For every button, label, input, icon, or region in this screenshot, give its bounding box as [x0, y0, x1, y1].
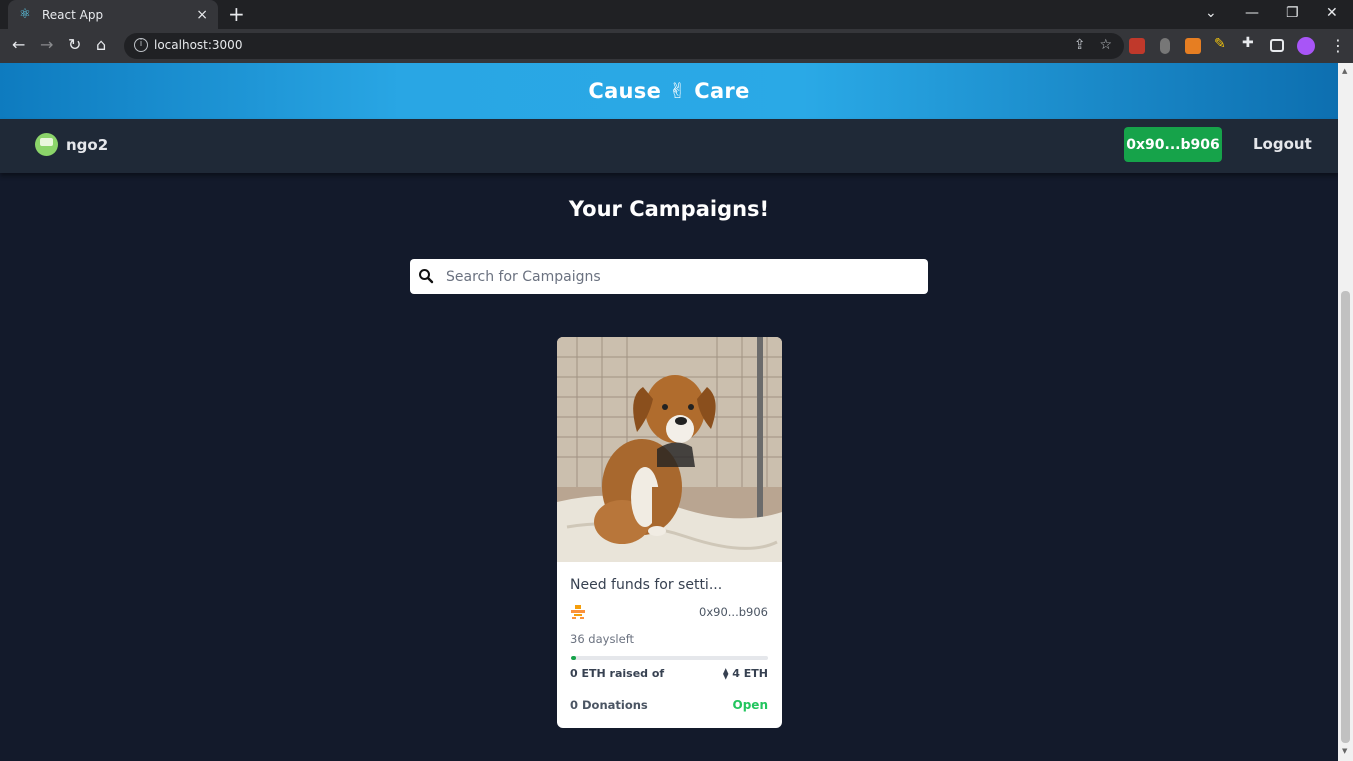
brand-title: Cause ✌ Care	[588, 79, 750, 103]
app-header-banner: Cause ✌ Care	[0, 63, 1338, 119]
puzzle-extensions-icon[interactable]: ✚	[1242, 35, 1258, 51]
share-icon[interactable]: ⇪	[1074, 37, 1086, 53]
owner-identicon-icon	[571, 605, 585, 619]
back-icon[interactable]: ←	[12, 36, 25, 54]
pencil-extension-icon[interactable]: ✎	[1214, 36, 1230, 52]
scrollbar-thumb[interactable]	[1341, 291, 1350, 743]
page-title: Your Campaigns!	[568, 197, 770, 221]
search-bar	[410, 259, 928, 294]
wallet-address-button[interactable]: 0x90...b906	[1124, 127, 1222, 162]
close-window-icon[interactable]: ✕	[1326, 5, 1338, 21]
site-info-icon[interactable]: i	[134, 38, 148, 52]
raised-amount: 0 ETH raised of	[570, 667, 665, 680]
target-amount: ⧫ 4 ETH	[723, 667, 768, 680]
profile-avatar-icon[interactable]	[1297, 37, 1315, 55]
metamask-fox-icon[interactable]	[1185, 38, 1201, 54]
avatar	[35, 133, 58, 156]
funding-progress-bar	[571, 656, 768, 660]
tab-title: React App	[42, 7, 104, 22]
forward-icon[interactable]: →	[40, 36, 53, 54]
user-profile[interactable]: ngo2	[35, 133, 108, 156]
tab-close-icon[interactable]: ×	[196, 7, 208, 23]
donations-count: 0 Donations	[570, 698, 648, 712]
browser-tab-strip: ⚛ React App × + ⌄ — ❐ ✕	[0, 0, 1353, 29]
search-input[interactable]	[446, 259, 916, 294]
address-bar[interactable]: i localhost:3000 ⇪ ☆	[124, 33, 1124, 59]
campaign-title: Need funds for setti...	[570, 577, 723, 593]
owner-address: 0x90...b906	[699, 605, 768, 619]
page-viewport: Cause ✌ Care ngo2 0x90...b906 Logout You…	[0, 63, 1338, 761]
side-panel-icon[interactable]	[1270, 39, 1284, 52]
react-favicon-icon: ⚛	[19, 6, 31, 22]
bookmark-star-icon[interactable]: ☆	[1099, 37, 1112, 53]
days-left: 36 daysleft	[570, 632, 635, 646]
extension-icon[interactable]	[1129, 38, 1145, 54]
browser-tab[interactable]: ⚛ React App ×	[8, 0, 218, 29]
home-icon[interactable]: ⌂	[96, 36, 106, 54]
app-navbar: ngo2 0x90...b906 Logout	[0, 119, 1338, 173]
campaign-card[interactable]: Need funds for setti... 0x90...b906 36 d…	[557, 337, 782, 728]
kebab-menu-icon[interactable]: ⋮	[1330, 37, 1346, 55]
browser-toolbar: ← → ↻ ⌂ i localhost:3000 ⇪ ☆ ✎ ✚ ⋮	[0, 29, 1353, 63]
funding-progress-fill	[571, 656, 576, 660]
scroll-up-arrow-icon[interactable]: ▲	[1342, 67, 1347, 75]
new-tab-icon[interactable]: +	[228, 4, 245, 24]
restore-icon[interactable]: ❐	[1286, 5, 1299, 21]
username: ngo2	[66, 135, 109, 154]
status-badge: Open	[732, 698, 768, 712]
reload-icon[interactable]: ↻	[68, 36, 81, 54]
page-scrollbar[interactable]: ▲ ▼	[1338, 63, 1353, 761]
address-url[interactable]: localhost:3000	[154, 38, 242, 52]
minimize-icon[interactable]: —	[1245, 5, 1259, 21]
logout-button[interactable]: Logout	[1253, 135, 1312, 153]
tab-search-chevron-icon[interactable]: ⌄	[1205, 5, 1217, 21]
search-icon	[419, 269, 434, 284]
scroll-down-arrow-icon[interactable]: ▼	[1342, 747, 1347, 755]
extension-icon[interactable]	[1160, 38, 1170, 54]
address-bar-actions: ⇪ ☆	[1074, 37, 1112, 53]
campaign-image	[557, 337, 782, 562]
